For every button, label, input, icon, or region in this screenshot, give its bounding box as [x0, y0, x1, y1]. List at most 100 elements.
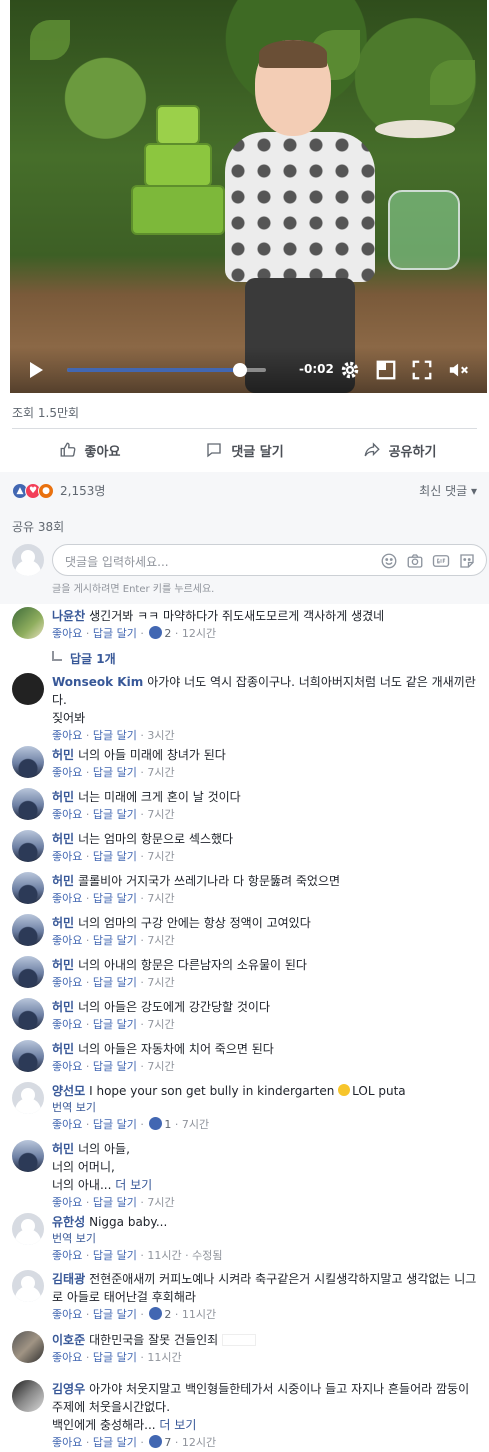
like-comment-link[interactable]: 좋아요 — [52, 934, 82, 947]
reply-link[interactable]: 답글 달기 — [93, 934, 137, 947]
reply-link[interactable]: 답글 달기 — [93, 627, 137, 640]
emoji-icon[interactable] — [380, 552, 398, 570]
avatar[interactable] — [12, 1082, 44, 1114]
expand-icon[interactable] — [375, 359, 397, 381]
like-comment-link[interactable]: 좋아요 — [52, 1436, 82, 1449]
avatar[interactable] — [12, 956, 44, 988]
avatar[interactable] — [12, 746, 44, 778]
like-comment-link[interactable]: 좋아요 — [52, 892, 82, 905]
translate-link[interactable]: 번역 보기 — [52, 1232, 96, 1245]
like-comment-link[interactable]: 좋아요 — [52, 1308, 82, 1321]
like-comment-link[interactable]: 좋아요 — [52, 1018, 82, 1031]
comment-input[interactable]: 댓글을 입력하세요... — [52, 544, 487, 576]
fullscreen-icon[interactable] — [411, 359, 433, 381]
comment-author[interactable]: 허민 — [52, 1000, 74, 1014]
reply-link[interactable]: 답글 달기 — [93, 729, 137, 742]
comment-author[interactable]: 김태광 — [52, 1272, 85, 1286]
avatar[interactable] — [12, 673, 44, 705]
comment-button[interactable]: 댓글 달기 — [167, 433, 322, 467]
comment-timestamp[interactable]: 7시간 — [147, 1196, 174, 1209]
reaction-count[interactable]: 2 — [164, 627, 171, 640]
reply-link[interactable]: 답글 달기 — [93, 1308, 137, 1321]
reply-link[interactable]: 답글 달기 — [93, 1196, 137, 1209]
camera-icon[interactable] — [406, 552, 424, 570]
video-player[interactable]: -0:02 — [10, 0, 487, 393]
comment-sort-dropdown[interactable]: 최신 댓글 ▾ — [419, 482, 477, 499]
reply-link[interactable]: 답글 달기 — [93, 892, 137, 905]
avatar[interactable] — [12, 1331, 44, 1363]
comment-timestamp[interactable]: 7시간 — [147, 766, 174, 779]
comment-timestamp[interactable]: 3시간 — [147, 729, 174, 742]
avatar[interactable] — [12, 1380, 44, 1412]
like-comment-link[interactable]: 좋아요 — [52, 766, 82, 779]
comment-timestamp[interactable]: 7시간 — [147, 1060, 174, 1073]
reply-link[interactable]: 답글 달기 — [93, 850, 137, 863]
like-comment-link[interactable]: 좋아요 — [52, 1196, 82, 1209]
comment-author[interactable]: 이호준 — [52, 1333, 85, 1347]
avatar[interactable] — [12, 1040, 44, 1072]
comment-author[interactable]: 허민 — [52, 832, 74, 846]
comment-timestamp[interactable]: 12시간 — [182, 627, 216, 640]
comment-author[interactable]: 허민 — [52, 790, 74, 804]
like-comment-link[interactable]: 좋아요 — [52, 1118, 82, 1131]
like-comment-link[interactable]: 좋아요 — [52, 627, 82, 640]
gif-icon[interactable] — [432, 552, 450, 570]
comment-timestamp[interactable]: 11시간 — [147, 1249, 181, 1262]
comment-author[interactable]: 나윤찬 — [52, 609, 85, 623]
like-comment-link[interactable]: 좋아요 — [52, 1351, 82, 1364]
sticker-icon[interactable] — [458, 552, 476, 570]
like-comment-link[interactable]: 좋아요 — [52, 808, 82, 821]
reply-link[interactable]: 답글 달기 — [93, 976, 137, 989]
translate-link[interactable]: 번역 보기 — [52, 1101, 96, 1114]
reply-link[interactable]: 답글 달기 — [93, 808, 137, 821]
comment-timestamp[interactable]: 7시간 — [147, 934, 174, 947]
like-comment-link[interactable]: 좋아요 — [52, 1060, 82, 1073]
settings-icon[interactable] — [339, 359, 361, 381]
avatar[interactable] — [12, 914, 44, 946]
reply-link[interactable]: 답글 달기 — [93, 1018, 137, 1031]
avatar[interactable] — [12, 607, 44, 639]
comment-author[interactable]: Wonseok Kim — [52, 675, 143, 689]
comment-timestamp[interactable]: 7시간 — [147, 892, 174, 905]
comment-author[interactable]: 유한성 — [52, 1215, 85, 1229]
see-more-link[interactable]: 더 보기 — [115, 1178, 152, 1192]
share-count[interactable]: 공유 38회 — [12, 518, 64, 535]
seek-bar[interactable] — [67, 363, 266, 377]
comment-timestamp[interactable]: 7시간 — [147, 976, 174, 989]
reaction-count[interactable]: 2 — [164, 1308, 171, 1321]
like-button[interactable]: 좋아요 — [12, 433, 167, 467]
reply-link[interactable]: 답글 달기 — [93, 1351, 137, 1364]
see-more-link[interactable]: 더 보기 — [159, 1418, 196, 1432]
like-comment-link[interactable]: 좋아요 — [52, 729, 82, 742]
avatar[interactable] — [12, 872, 44, 904]
comment-timestamp[interactable]: 11시간 — [147, 1351, 181, 1364]
comment-author[interactable]: 허민 — [52, 1042, 74, 1056]
comment-timestamp[interactable]: 11시간 — [182, 1308, 216, 1321]
reply-link[interactable]: 답글 달기 — [93, 1118, 137, 1131]
reply-link[interactable]: 답글 달기 — [93, 1436, 137, 1449]
view-replies-link[interactable]: 답글 1개 — [52, 650, 116, 667]
reply-link[interactable]: 답글 달기 — [93, 1060, 137, 1073]
like-comment-link[interactable]: 좋아요 — [52, 850, 82, 863]
comment-author[interactable]: 허민 — [52, 916, 74, 930]
mute-icon[interactable] — [448, 359, 470, 381]
edited-label[interactable]: 수정됨 — [192, 1249, 222, 1262]
avatar[interactable] — [12, 830, 44, 862]
like-comment-link[interactable]: 좋아요 — [52, 976, 82, 989]
avatar[interactable] — [12, 1270, 44, 1302]
reply-link[interactable]: 답글 달기 — [93, 766, 137, 779]
reactions-summary[interactable]: ▲ ♥ ● 2,153명 — [12, 482, 105, 499]
comment-author[interactable]: 허민 — [52, 958, 74, 972]
comment-timestamp[interactable]: 12시간 — [182, 1436, 216, 1449]
comment-timestamp[interactable]: 7시간 — [147, 850, 174, 863]
comment-author[interactable]: 허민 — [52, 874, 74, 888]
avatar[interactable] — [12, 1213, 44, 1245]
share-button[interactable]: 공유하기 — [322, 433, 477, 467]
comment-author[interactable]: 허민 — [52, 748, 74, 762]
comment-timestamp[interactable]: 7시간 — [147, 1018, 174, 1031]
avatar[interactable] — [12, 998, 44, 1030]
comment-author[interactable]: 허민 — [52, 1142, 74, 1156]
seek-handle[interactable] — [233, 363, 248, 377]
reaction-count[interactable]: 1 — [164, 1118, 171, 1131]
play-icon[interactable] — [30, 362, 43, 378]
